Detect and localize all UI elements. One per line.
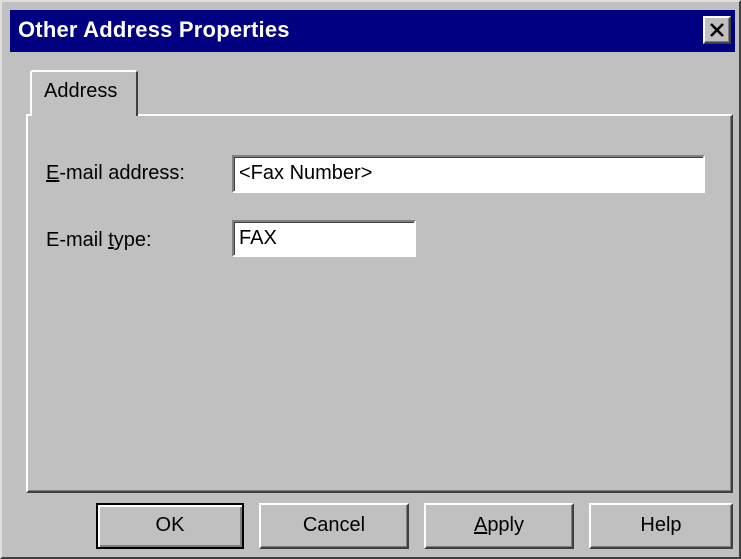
email-type-label-after: ype: <box>113 229 152 251</box>
help-button[interactable]: Help <box>589 503 733 549</box>
email-address-label-text: -mail address: <box>59 162 185 184</box>
dialog-window: Other Address Properties Address E-mail … <box>0 0 741 559</box>
email-address-field[interactable]: <Fax Number> <box>232 155 705 193</box>
ok-button[interactable]: OK <box>96 503 244 549</box>
apply-button[interactable]: Apply <box>424 503 574 549</box>
email-type-field[interactable]: FAX <box>232 220 416 257</box>
cancel-button[interactable]: Cancel <box>259 503 409 549</box>
tab-address-label: Address <box>44 80 118 102</box>
email-address-label: E-mail address: <box>46 162 185 185</box>
email-type-label-before: E-mail <box>46 229 109 251</box>
apply-button-text: pply <box>487 514 525 536</box>
title-bar: Other Address Properties <box>10 10 735 52</box>
window-title: Other Address Properties <box>18 17 290 42</box>
tab-address[interactable]: Address <box>30 70 138 116</box>
apply-button-mnemonic: A <box>473 514 488 536</box>
close-button[interactable] <box>703 16 731 44</box>
close-icon <box>710 23 724 37</box>
email-type-label: E-mail type: <box>46 229 152 252</box>
email-address-label-mnemonic: E <box>46 162 60 184</box>
